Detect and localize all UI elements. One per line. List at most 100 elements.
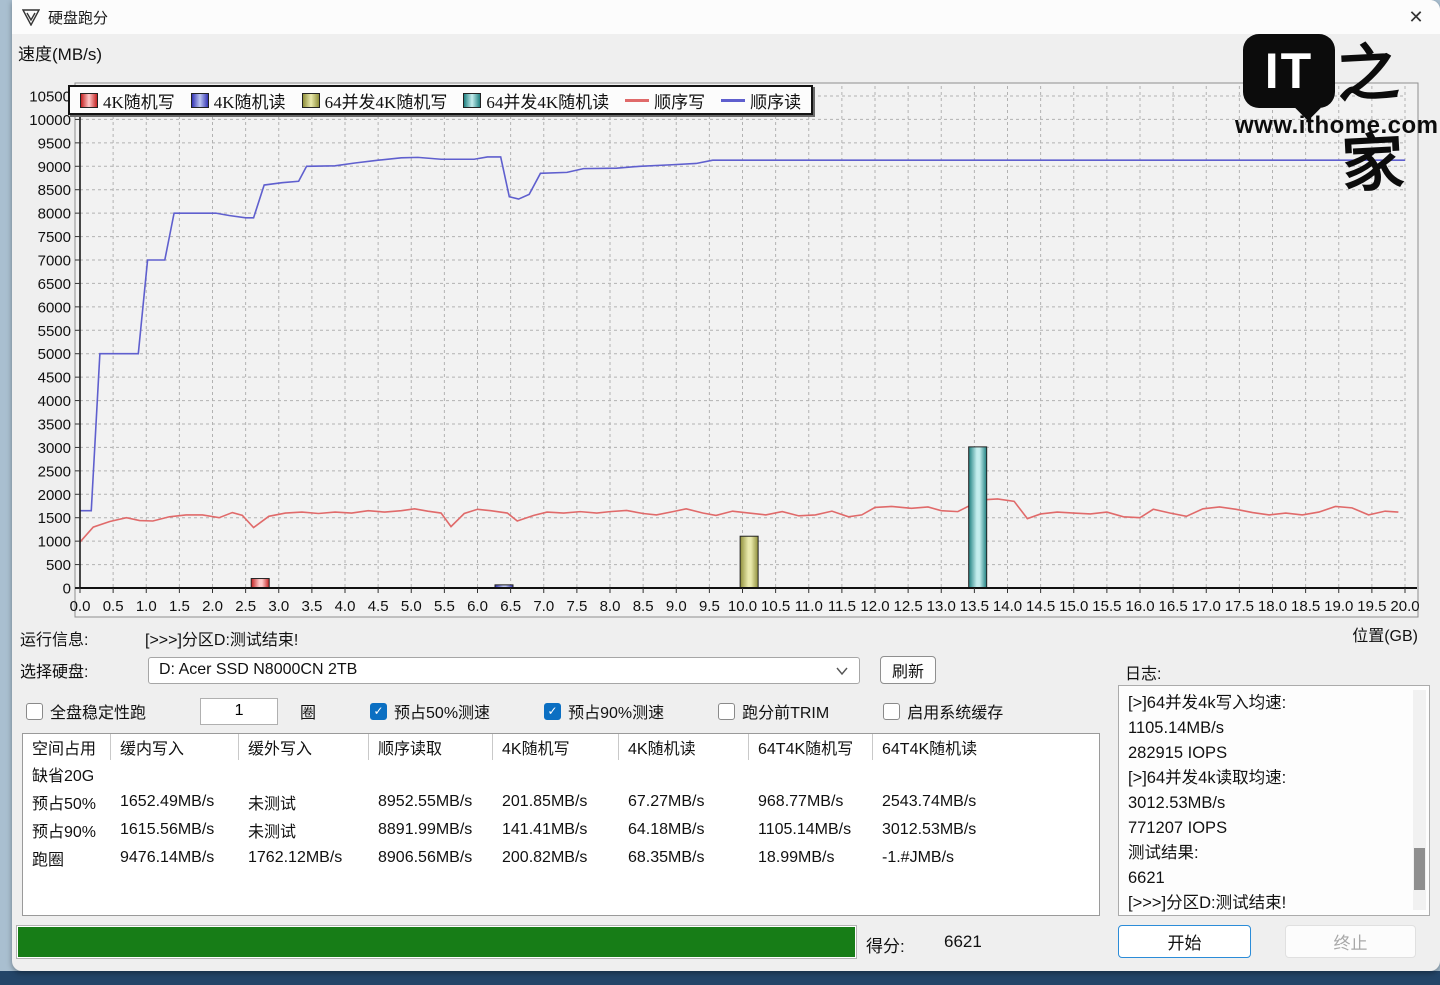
legend-item: 4K随机读 bbox=[191, 88, 286, 113]
svg-text:14.5: 14.5 bbox=[1026, 598, 1055, 615]
svg-text:9000: 9000 bbox=[38, 159, 71, 176]
table-cell: 200.82MB/s bbox=[493, 849, 619, 867]
table-cell: 8952.55MB/s bbox=[369, 793, 493, 811]
table-cell: 3012.53MB/s bbox=[873, 821, 1099, 839]
table-header-cell: 4K随机读 bbox=[619, 734, 749, 760]
svg-text:5500: 5500 bbox=[38, 323, 71, 340]
log-panel[interactable]: [>]64并发4k写入均速:1105.14MB/s282915 IOPS[>]6… bbox=[1118, 685, 1430, 916]
checkbox-跑分前TRIM[interactable]: 跑分前TRIM bbox=[718, 699, 829, 723]
svg-text:3000: 3000 bbox=[38, 440, 71, 457]
checkbox-全盘稳定性跑[interactable]: 全盘稳定性跑 bbox=[26, 699, 146, 723]
log-scrollbar[interactable] bbox=[1413, 690, 1426, 910]
log-line: [>]64并发4k写入均速: bbox=[1128, 691, 1407, 716]
checkbox-预占90%测速[interactable]: ✓预占90%测速 bbox=[544, 699, 664, 723]
table-cell: 68.35MB/s bbox=[619, 849, 749, 867]
svg-text:12.5: 12.5 bbox=[894, 598, 923, 615]
table-cell: 2543.74MB/s bbox=[873, 793, 1099, 811]
taskbar-strip bbox=[0, 971, 1440, 985]
svg-text:12.0: 12.0 bbox=[860, 598, 889, 615]
svg-text:7.5: 7.5 bbox=[566, 598, 587, 615]
svg-text:10000: 10000 bbox=[29, 112, 71, 129]
legend-swatch-box bbox=[463, 93, 481, 108]
legend-label: 顺序写 bbox=[654, 88, 705, 113]
ithome-bubble-logo: IT bbox=[1243, 34, 1335, 108]
legend-label: 顺序读 bbox=[750, 88, 801, 113]
benchmark-window: 硬盘跑分 ✕ 速度(MB/s) 050010001500200025003000… bbox=[12, 0, 1440, 971]
table-cell: 预占90% bbox=[23, 818, 111, 842]
svg-text:8000: 8000 bbox=[38, 206, 71, 223]
log-line: 3012.53MB/s bbox=[1128, 791, 1407, 816]
run-info-value: [>>>]分区D:测试结束! bbox=[145, 626, 298, 650]
ithome-url: www.ithome.com bbox=[1235, 112, 1435, 140]
svg-text:2.5: 2.5 bbox=[235, 598, 256, 615]
svg-text:1000: 1000 bbox=[38, 534, 71, 551]
title-bar: 硬盘跑分 ✕ bbox=[12, 0, 1440, 34]
legend-swatch-box bbox=[191, 93, 209, 108]
checked-checkbox-icon[interactable]: ✓ bbox=[544, 703, 561, 720]
unchecked-checkbox-icon[interactable] bbox=[718, 703, 735, 720]
svg-text:3.5: 3.5 bbox=[301, 598, 322, 615]
app-icon bbox=[22, 8, 40, 26]
ithome-watermark: IT 之家 www.ithome.com bbox=[1235, 30, 1435, 142]
table-row: 跑圈9476.14MB/s1762.12MB/s8906.56MB/s200.8… bbox=[23, 844, 1099, 872]
log-scrollbar-thumb[interactable] bbox=[1414, 848, 1425, 890]
table-cell: 968.77MB/s bbox=[749, 793, 873, 811]
legend-label: 64并发4K随机写 bbox=[325, 88, 448, 113]
legend-swatch-line bbox=[625, 99, 649, 102]
loop-count-input[interactable] bbox=[200, 698, 278, 725]
refresh-button[interactable]: 刷新 bbox=[880, 656, 936, 684]
checkbox-label: 跑分前TRIM bbox=[742, 699, 829, 723]
svg-text:15.5: 15.5 bbox=[1092, 598, 1121, 615]
log-line: 282915 IOPS bbox=[1128, 741, 1407, 766]
score-label: 得分: bbox=[866, 932, 905, 957]
svg-text:16.0: 16.0 bbox=[1125, 598, 1154, 615]
stop-button[interactable]: 终止 bbox=[1285, 925, 1416, 958]
log-line: 771207 IOPS bbox=[1128, 816, 1407, 841]
svg-text:0.0: 0.0 bbox=[70, 598, 91, 615]
start-button[interactable]: 开始 bbox=[1118, 925, 1251, 958]
svg-text:1500: 1500 bbox=[38, 510, 71, 527]
table-cell: 预占50% bbox=[23, 790, 111, 814]
loop-unit-label: 圈 bbox=[300, 699, 316, 723]
checkbox-启用系统缓存[interactable]: 启用系统缓存 bbox=[883, 699, 1003, 723]
legend-item: 64并发4K随机读 bbox=[463, 88, 609, 113]
table-cell: 未测试 bbox=[239, 790, 369, 814]
x-axis-title: 位置(GB) bbox=[1352, 622, 1418, 646]
log-line: [>>>]分区D:测试结束! bbox=[1128, 891, 1407, 916]
legend-label: 4K随机读 bbox=[214, 88, 286, 113]
svg-text:6000: 6000 bbox=[38, 299, 71, 316]
svg-text:0: 0 bbox=[63, 581, 71, 598]
unchecked-checkbox-icon[interactable] bbox=[883, 703, 900, 720]
svg-text:10.5: 10.5 bbox=[761, 598, 790, 615]
svg-text:20.0: 20.0 bbox=[1390, 598, 1419, 615]
checked-checkbox-icon[interactable]: ✓ bbox=[370, 703, 387, 720]
svg-text:3.0: 3.0 bbox=[268, 598, 289, 615]
svg-text:15.0: 15.0 bbox=[1059, 598, 1088, 615]
table-cell: 18.99MB/s bbox=[749, 849, 873, 867]
unchecked-checkbox-icon[interactable] bbox=[26, 703, 43, 720]
progress-bar-fill bbox=[18, 927, 855, 957]
svg-text:19.0: 19.0 bbox=[1324, 598, 1353, 615]
disk-combobox[interactable]: D: Acer SSD N8000CN 2TB bbox=[148, 657, 860, 684]
svg-text:3500: 3500 bbox=[38, 417, 71, 434]
benchmark-chart: 0500100015002000250030003500400045005000… bbox=[12, 70, 1428, 630]
table-header-cell: 空间占用 bbox=[23, 734, 111, 760]
legend-item: 顺序读 bbox=[721, 88, 801, 113]
svg-text:500: 500 bbox=[46, 557, 71, 574]
table-cell: 1652.49MB/s bbox=[111, 793, 239, 811]
table-cell: 141.41MB/s bbox=[493, 821, 619, 839]
table-cell: 67.27MB/s bbox=[619, 793, 749, 811]
legend-label: 4K随机写 bbox=[103, 88, 175, 113]
table-cell: 1615.56MB/s bbox=[111, 821, 239, 839]
disk-select-row: 选择硬盘: D: Acer SSD N8000CN 2TB 刷新 bbox=[20, 656, 1120, 684]
table-row: 预占50%1652.49MB/s未测试8952.55MB/s201.85MB/s… bbox=[23, 788, 1099, 816]
window-title: 硬盘跑分 bbox=[48, 7, 108, 28]
svg-text:4.0: 4.0 bbox=[335, 598, 356, 615]
svg-text:11.5: 11.5 bbox=[828, 598, 856, 615]
legend-swatch-line bbox=[721, 99, 745, 102]
svg-text:19.5: 19.5 bbox=[1357, 598, 1386, 615]
checkbox-label: 全盘稳定性跑 bbox=[50, 699, 146, 723]
svg-text:4000: 4000 bbox=[38, 393, 71, 410]
checkbox-预占50%测速[interactable]: ✓预占50%测速 bbox=[370, 699, 490, 723]
progress-bar bbox=[16, 925, 857, 959]
